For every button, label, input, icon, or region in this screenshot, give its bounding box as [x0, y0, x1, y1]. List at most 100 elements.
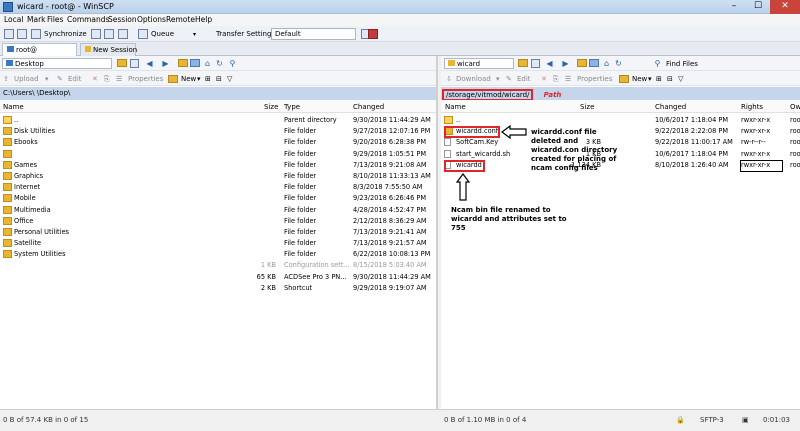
- table-row[interactable]: 1 KB Configuration sett... 8/15/2018 5:03:…: [0, 260, 436, 271]
- column-name[interactable]: Name: [3, 103, 24, 111]
- file-changed: 9/29/2018 1:05:51 PM: [353, 149, 427, 158]
- table-row[interactable]: Games File folder 7/13/2018 9:21:08 AM: [0, 160, 436, 171]
- table-row[interactable]: .. 10/6/2017 1:18:04 PM rwxr-xr-x roo: [441, 115, 800, 126]
- menu-session[interactable]: Session: [108, 15, 137, 24]
- parent-directory-icon[interactable]: [178, 59, 188, 67]
- compare-directories-icon[interactable]: [17, 29, 27, 39]
- menu-local[interactable]: Local: [4, 15, 23, 24]
- chevron-down-icon[interactable]: ▾: [193, 31, 196, 38]
- table-row[interactable]: SoftCam.Key 3 KB 9/22/2018 11:00:17 AM rw-r…: [441, 137, 800, 148]
- column-changed[interactable]: Changed: [655, 103, 686, 111]
- table-row[interactable]: 65 KB ACDSee Pro 3 PN... 9/30/2018 11:44:2…: [0, 272, 436, 283]
- table-row[interactable]: Internet File folder 8/3/2018 7:55:50 AM: [0, 182, 436, 193]
- unselect-icon[interactable]: ⊟: [216, 75, 222, 83]
- edit-button[interactable]: Edit: [68, 75, 82, 83]
- menu-remote[interactable]: Remote: [166, 15, 195, 24]
- home-icon[interactable]: ⌂: [203, 59, 212, 68]
- find-icon[interactable]: ⚲: [228, 59, 237, 68]
- chevron-down-icon[interactable]: ▾: [496, 75, 500, 83]
- local-browser-icon[interactable]: [4, 29, 14, 39]
- queue-icon[interactable]: [138, 29, 148, 39]
- local-path-bar[interactable]: C:\Users\ \Desktop\: [0, 87, 436, 100]
- local-location-select[interactable]: Desktop: [2, 58, 112, 69]
- close-button[interactable]: ✕: [770, 0, 800, 14]
- stop-icon[interactable]: [368, 29, 378, 39]
- download-button[interactable]: Download: [456, 75, 491, 83]
- minimize-button[interactable]: –: [722, 0, 746, 14]
- new-button[interactable]: New: [632, 75, 647, 83]
- delete-icon[interactable]: ✕: [92, 75, 98, 83]
- transfer-settings-select[interactable]: Default: [271, 28, 356, 40]
- table-row[interactable]: System Utilities File folder 6/22/2018 10:…: [0, 249, 436, 260]
- refresh-icon[interactable]: ↻: [215, 59, 224, 68]
- preferences-icon[interactable]: [118, 29, 128, 39]
- select-all-icon[interactable]: ⊞: [205, 75, 211, 83]
- forward-icon[interactable]: ▶: [161, 59, 170, 68]
- new-button[interactable]: New: [181, 75, 196, 83]
- filter-icon[interactable]: ▽: [227, 75, 232, 83]
- column-rights[interactable]: Rights: [741, 103, 763, 111]
- column-size[interactable]: Size: [580, 103, 594, 111]
- filter-icon[interactable]: [130, 59, 139, 68]
- menu-options[interactable]: Options: [137, 15, 166, 24]
- table-row[interactable]: Personal Utilities File folder 7/13/2018 9…: [0, 227, 436, 238]
- open-folder-icon[interactable]: [518, 59, 528, 67]
- rename-icon[interactable]: ⎘: [104, 75, 110, 84]
- table-row[interactable]: Graphics File folder 8/10/2018 11:33:13 AM: [0, 171, 436, 182]
- table-row[interactable]: Satellite File folder 7/13/2018 9:21:57 AM: [0, 238, 436, 249]
- forward-icon[interactable]: ▶: [561, 59, 570, 68]
- select-all-icon[interactable]: ⊞: [656, 75, 662, 83]
- synchronize-button[interactable]: Synchronize: [44, 30, 87, 38]
- delete-icon[interactable]: ✕: [541, 75, 547, 83]
- back-icon[interactable]: ◀: [545, 59, 554, 68]
- home-icon[interactable]: ⌂: [602, 59, 611, 68]
- column-type[interactable]: Type: [284, 103, 300, 111]
- table-row[interactable]: start_wicardd.sh 1 KB 10/6/2017 1:18:04 PM…: [441, 149, 800, 160]
- root-directory-icon[interactable]: [190, 59, 200, 67]
- refresh-icon[interactable]: ↻: [614, 59, 623, 68]
- putty-icon[interactable]: [104, 29, 114, 39]
- find-files-button[interactable]: Find Files: [666, 60, 698, 68]
- table-row[interactable]: Office File folder 2/12/2018 8:36:29 AM: [0, 216, 436, 227]
- table-row[interactable]: Disk Utilities File folder 9/27/2018 12:07…: [0, 126, 436, 137]
- remote-location-select[interactable]: wicard: [444, 58, 514, 69]
- filter-icon[interactable]: [531, 59, 540, 68]
- chevron-down-icon[interactable]: ▾: [197, 75, 201, 83]
- tab-new-session[interactable]: New Session: [80, 43, 137, 56]
- column-changed[interactable]: Changed: [353, 103, 384, 111]
- menu-mark[interactable]: Mark: [27, 15, 46, 24]
- table-row[interactable]: .. Parent directory 9/30/2018 11:44:29 AM: [0, 115, 436, 126]
- table-row[interactable]: Mobile File folder 9/23/2018 6:26:46 PM: [0, 193, 436, 204]
- menu-commands[interactable]: Commands: [67, 15, 109, 24]
- remote-path-bar[interactable]: /storage/vitmod/wicard/ Path: [441, 87, 800, 101]
- properties-button[interactable]: Properties: [577, 75, 612, 83]
- chevron-down-icon[interactable]: ▾: [45, 75, 49, 83]
- unselect-icon[interactable]: ⊟: [667, 75, 673, 83]
- open-folder-icon[interactable]: [117, 59, 127, 67]
- queue-button[interactable]: Queue: [151, 30, 174, 38]
- rename-icon[interactable]: ⎘: [553, 75, 559, 84]
- table-row[interactable]: File folder 9/29/2018 1:05:51 PM: [0, 149, 436, 160]
- synchronize-icon[interactable]: [31, 29, 41, 39]
- properties-button[interactable]: Properties: [128, 75, 163, 83]
- chevron-down-icon[interactable]: ▾: [648, 75, 652, 83]
- maximize-button[interactable]: ☐: [746, 0, 770, 14]
- menu-files[interactable]: Files: [47, 15, 63, 24]
- upload-button[interactable]: Upload: [14, 75, 39, 83]
- upload-icon: ⇪: [3, 75, 9, 83]
- menu-help[interactable]: Help: [195, 15, 212, 24]
- edit-button[interactable]: Edit: [517, 75, 531, 83]
- table-row[interactable]: 2 KB Shortcut 9/29/2018 9:19:07 AM: [0, 283, 436, 294]
- column-size[interactable]: Size: [264, 103, 278, 111]
- terminal-icon[interactable]: [91, 29, 101, 39]
- column-owner[interactable]: Ow: [790, 103, 800, 111]
- file-owner: roo: [790, 116, 800, 124]
- column-name[interactable]: Name: [445, 103, 466, 111]
- root-directory-icon[interactable]: [589, 59, 599, 67]
- table-row[interactable]: Ebooks File folder 9/20/2018 6:28:38 PM: [0, 137, 436, 148]
- parent-directory-icon[interactable]: [577, 59, 587, 67]
- tab-session[interactable]: root@: [2, 43, 77, 56]
- table-row[interactable]: Multimedia File folder 4/28/2018 4:52:47 P…: [0, 205, 436, 216]
- filter-icon[interactable]: ▽: [678, 75, 683, 83]
- back-icon[interactable]: ◀: [145, 59, 154, 68]
